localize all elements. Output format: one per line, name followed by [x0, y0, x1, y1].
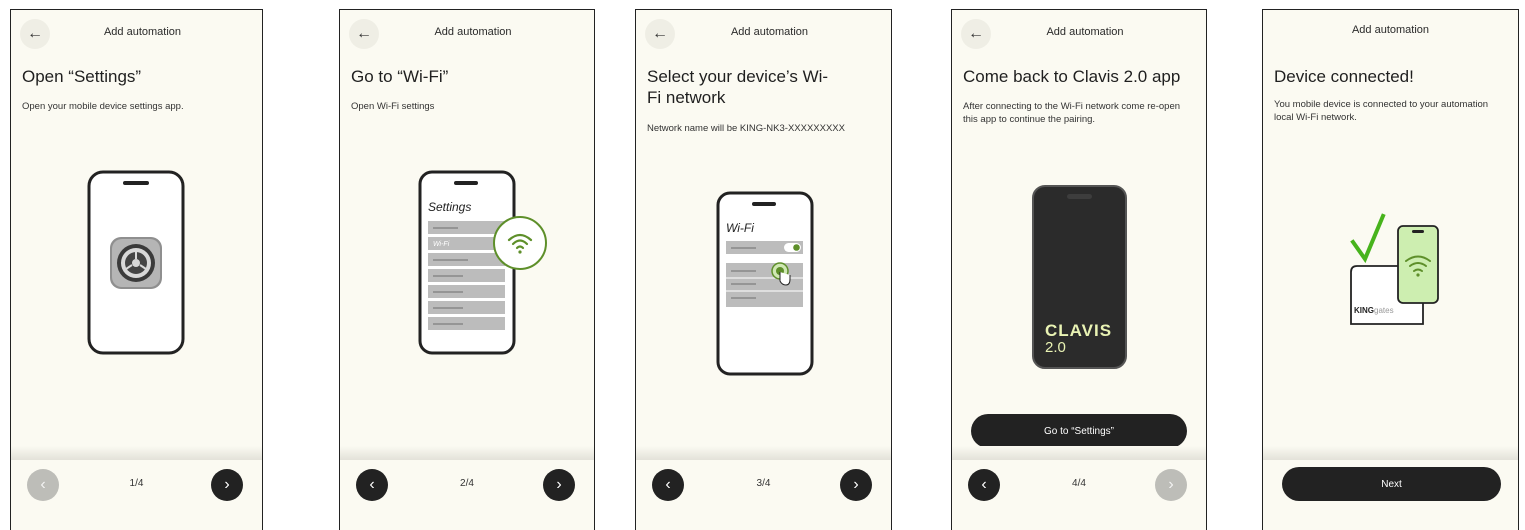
phone-wifi-icon — [1397, 225, 1439, 304]
step-screen-4: ← Add automation Come back to Clavis 2.0… — [951, 9, 1207, 530]
footer: ‹ 1/4 › — [11, 460, 262, 530]
clavis-logo-text: CLAVIS — [1045, 321, 1112, 340]
next-button[interactable]: › — [840, 469, 872, 501]
footer: ‹ 3/4 › — [636, 460, 891, 530]
next-button[interactable]: › — [211, 469, 243, 501]
footer-divider — [11, 446, 262, 460]
step-title: Open “Settings” — [22, 67, 142, 86]
clavis-phone-illustration: CLAVIS 2.0 — [1032, 185, 1127, 369]
kinggates-logo-bold: KING — [1354, 306, 1374, 315]
step-title-line-2: Fi network — [647, 88, 726, 107]
step-title: Go to “Wi-Fi” — [351, 67, 449, 86]
step-description: Open your mobile device settings app. — [22, 101, 184, 112]
header-title: Add automation — [1046, 26, 1124, 38]
next-button[interactable]: › — [543, 469, 575, 501]
phone-wifi-settings-illustration: Settings Wi-Fi — [418, 170, 547, 355]
step-title: Device connected! — [1274, 67, 1414, 86]
step-screen-5: Add automation Device connected! You mob… — [1262, 9, 1519, 530]
step-description: Open Wi-Fi settings — [351, 101, 435, 112]
step-screen-3: ← Add automation Select your device’s Wi… — [635, 9, 892, 530]
footer: ‹ 4/4 › — [952, 460, 1206, 530]
header-title: Add automation — [103, 26, 182, 38]
footer-divider — [340, 446, 594, 460]
step-description: Network name will be KING-NK3-XXXXXXXXX — [647, 123, 845, 134]
step-title-line-1: Select your device’s Wi- — [647, 67, 829, 86]
phone-wifi-network-illustration: Wi-Fi — [716, 191, 814, 376]
phone-settings-heading: Settings — [428, 200, 471, 214]
header-title: Add automation — [434, 26, 512, 38]
step-title: Select your device’s Wi- Fi network — [647, 66, 879, 108]
kinggates-logo-light: gates — [1374, 306, 1394, 315]
header: ← Add automation — [636, 19, 891, 49]
step-title: Come back to Clavis 2.0 app — [963, 67, 1181, 86]
chevron-right-icon: › — [556, 476, 562, 493]
phone-settings-illustration — [87, 170, 185, 355]
clavis-logo-version: 2.0 — [1045, 339, 1066, 356]
next-step-button[interactable]: Next — [1282, 467, 1501, 501]
footer-divider — [636, 446, 891, 460]
chevron-right-icon: › — [853, 476, 859, 493]
wifi-toggle-icon — [784, 243, 801, 252]
chevron-right-icon: › — [1168, 476, 1174, 493]
phone-wifi-heading: Wi-Fi — [726, 221, 754, 235]
header-title: Add automation — [730, 26, 809, 38]
next-button[interactable]: › — [1155, 469, 1187, 501]
header-title: Add automation — [1351, 24, 1430, 36]
go-to-settings-button[interactable]: Go to “Settings” — [971, 414, 1187, 448]
checkmark-icon — [1350, 213, 1386, 264]
header: Add automation — [1263, 19, 1518, 47]
header: ← Add automation — [952, 19, 1206, 49]
step-description: You mobile device is connected to your a… — [1274, 99, 1489, 123]
footer-divider — [952, 446, 1206, 460]
settings-gear-icon — [110, 237, 162, 289]
header: ← Add automation — [11, 19, 262, 49]
chevron-right-icon: › — [224, 476, 230, 493]
footer: ‹ 2/4 › — [340, 460, 594, 530]
footer-divider — [1263, 446, 1518, 460]
step-description: After connecting to the Wi-Fi network co… — [963, 101, 1181, 125]
header: ← Add automation — [340, 19, 594, 49]
step-screen-2: ← Add automation Go to “Wi-Fi” Open Wi-F… — [339, 9, 595, 530]
phone-wifi-item: Wi-Fi — [433, 241, 450, 248]
device-connected-illustration: KING gates — [1350, 213, 1439, 325]
wifi-badge-icon — [493, 216, 547, 270]
step-screen-1: ← Add automation Open “Settings” Open yo… — [10, 9, 263, 530]
